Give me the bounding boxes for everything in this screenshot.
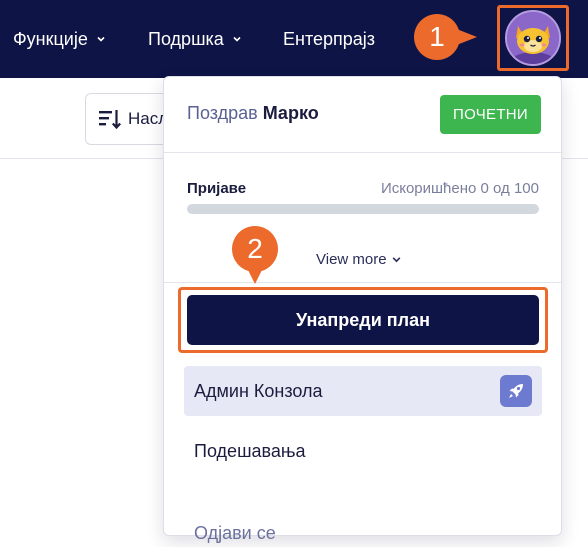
avatar-highlight[interactable] <box>497 5 569 71</box>
nav-support-label: Подршка <box>148 29 224 49</box>
nav-support[interactable]: Подршка <box>148 27 242 51</box>
menu-item-logout-label: Одјави се <box>194 522 276 543</box>
menu-item-admin-label: Админ Конзола <box>194 380 323 401</box>
nav-features-label: Функције <box>13 29 88 49</box>
divider <box>164 152 561 153</box>
nav-features[interactable]: Функције <box>13 27 106 51</box>
greeting: Поздрав Марко <box>187 103 319 124</box>
avatar[interactable] <box>505 10 561 66</box>
upgrade-plan-button[interactable]: Унапреди план <box>187 295 539 345</box>
user-name: Марко <box>262 103 319 123</box>
menu-item-settings[interactable]: Подешавања <box>184 426 542 476</box>
chevron-down-icon <box>233 36 241 42</box>
usage-label: Пријаве <box>187 180 247 197</box>
usage-count: Искоришћено 0 од 100 <box>380 180 539 197</box>
chevron-down-icon <box>97 36 105 42</box>
menu-item-logout[interactable]: Одјави се <box>184 508 542 547</box>
step-2-marker: 2 <box>232 226 278 272</box>
nav-enterprise[interactable]: Ентерпрајз <box>283 27 375 51</box>
cat-avatar-icon <box>507 12 559 64</box>
nav-enterprise-label: Ентерпрајз <box>283 29 376 49</box>
view-more-label: View more <box>316 251 387 268</box>
divider <box>164 282 561 283</box>
plan-badge[interactable]: ПОЧЕТНИ <box>440 95 541 134</box>
top-navbar: Функције Подршка Ентерпрајз <box>0 0 588 78</box>
account-dropdown: Поздрав Марко ПОЧЕТНИ Пријаве Искоришћен… <box>163 76 562 543</box>
greeting-prefix: Поздрав <box>187 103 258 123</box>
step-1-marker: 1 <box>414 14 460 60</box>
sort-icon <box>99 110 122 130</box>
chevron-down-icon <box>392 257 400 263</box>
rocket-icon <box>500 375 532 407</box>
view-more-link[interactable]: View more <box>316 251 402 268</box>
menu-item-admin-console[interactable]: Админ Конзола <box>184 366 542 416</box>
usage-progress-bar <box>187 204 539 214</box>
menu-item-settings-label: Подешавања <box>194 440 306 461</box>
